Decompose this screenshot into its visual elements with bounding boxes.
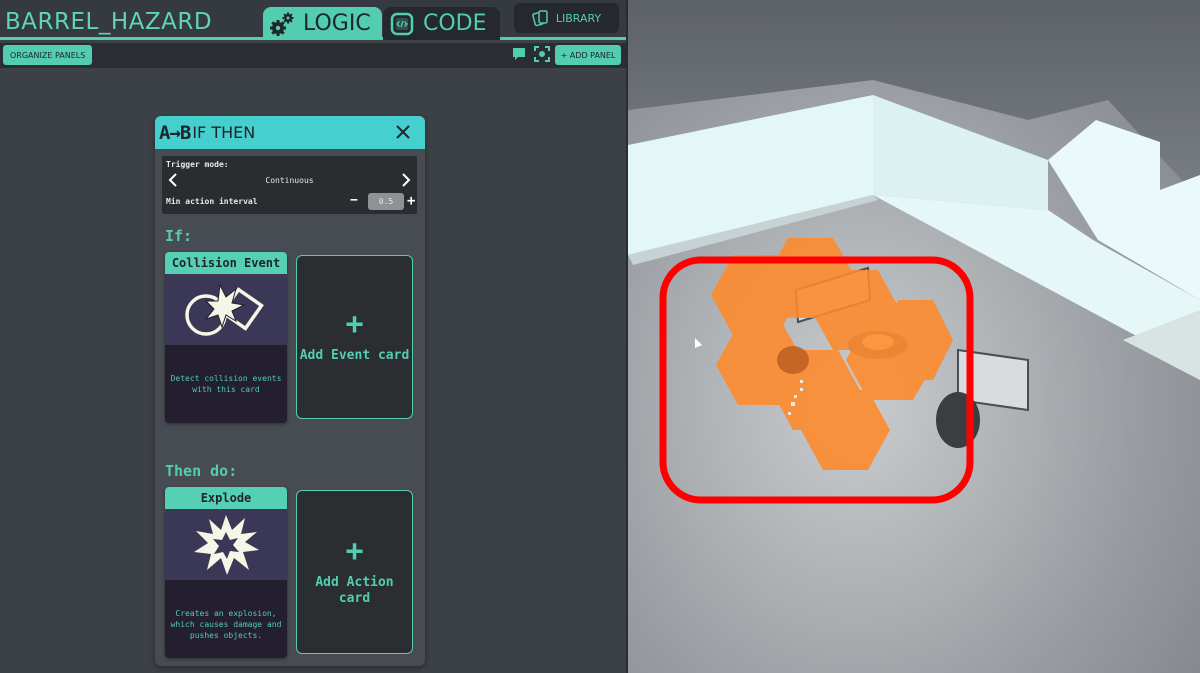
editor-toolbar: ORGANIZE PANELS + ADD PANEL	[0, 43, 626, 68]
add-panel-button[interactable]: + ADD PANEL	[555, 45, 621, 65]
decrement-button[interactable]: −	[350, 194, 358, 207]
add-action-card-button[interactable]: + Add Action card	[296, 490, 413, 654]
scene-render	[628, 0, 1200, 673]
if-section-label: If:	[165, 227, 193, 245]
tab-code[interactable]: CODE	[383, 7, 500, 40]
card-title: Collision Event	[165, 252, 287, 274]
trigger-mode-value: Continuous	[265, 176, 314, 185]
explode-action-card[interactable]: Explode Creates an explosion, which caus…	[165, 487, 287, 658]
plus-icon: +	[345, 307, 364, 342]
library-button[interactable]: LIBRARY	[514, 3, 619, 33]
collision-event-card[interactable]: Collision Event Detect collision events …	[165, 252, 287, 423]
card-description: Creates an explosion, which causes damag…	[170, 609, 282, 640]
gears-icon	[269, 11, 295, 37]
then-section-label: Then do:	[165, 462, 238, 480]
game-viewport[interactable]	[628, 0, 1200, 673]
focus-icon[interactable]	[534, 46, 550, 62]
organize-panels-button[interactable]: ORGANIZE PANELS	[3, 45, 93, 65]
chevron-right-icon[interactable]	[401, 172, 411, 188]
cards-icon	[532, 10, 548, 27]
card-art	[165, 509, 287, 580]
plus-icon: +	[345, 534, 364, 569]
if-then-icon: A→B	[159, 121, 191, 144]
add-event-card-label: Add Event card	[299, 348, 410, 363]
min-action-interval-input[interactable]: 0.5	[368, 193, 404, 210]
close-icon[interactable]	[394, 123, 412, 141]
tab-logic-label: LOGIC	[303, 11, 371, 36]
trigger-mode-label: Trigger mode:	[166, 160, 229, 169]
min-action-interval-label: Min action interval	[166, 197, 258, 206]
library-label: LIBRARY	[555, 11, 602, 25]
card-description: Detect collision events with this card	[170, 374, 282, 394]
tab-code-label: CODE	[423, 11, 487, 36]
code-icon	[389, 11, 415, 37]
card-art	[165, 274, 287, 345]
comment-icon[interactable]	[512, 47, 526, 61]
increment-button[interactable]: +	[407, 194, 415, 208]
add-action-card-label: Add Action card	[315, 575, 394, 606]
app-root: BARREL_HAZARD LOGIC CODE LIBRARY ORGANIZ…	[0, 0, 1200, 673]
tab-logic[interactable]: LOGIC	[263, 7, 382, 40]
panel-title: IF THEN	[192, 123, 256, 142]
if-then-panel: A→B IF THEN Trigger mode: Continuous Min…	[155, 116, 425, 666]
card-title: Explode	[165, 487, 287, 509]
player-character	[777, 346, 809, 374]
logic-editor: BARREL_HAZARD LOGIC CODE LIBRARY ORGANIZ…	[0, 0, 626, 673]
add-event-card-button[interactable]: + Add Event card	[296, 255, 413, 419]
panel-header[interactable]: A→B IF THEN	[155, 116, 425, 149]
project-title: BARREL_HAZARD	[5, 9, 213, 35]
trigger-settings: Trigger mode: Continuous Min action inte…	[162, 156, 417, 214]
explosion-icon	[194, 514, 259, 575]
top-bar: BARREL_HAZARD LOGIC CODE LIBRARY	[0, 0, 626, 40]
collision-icon	[185, 282, 264, 336]
